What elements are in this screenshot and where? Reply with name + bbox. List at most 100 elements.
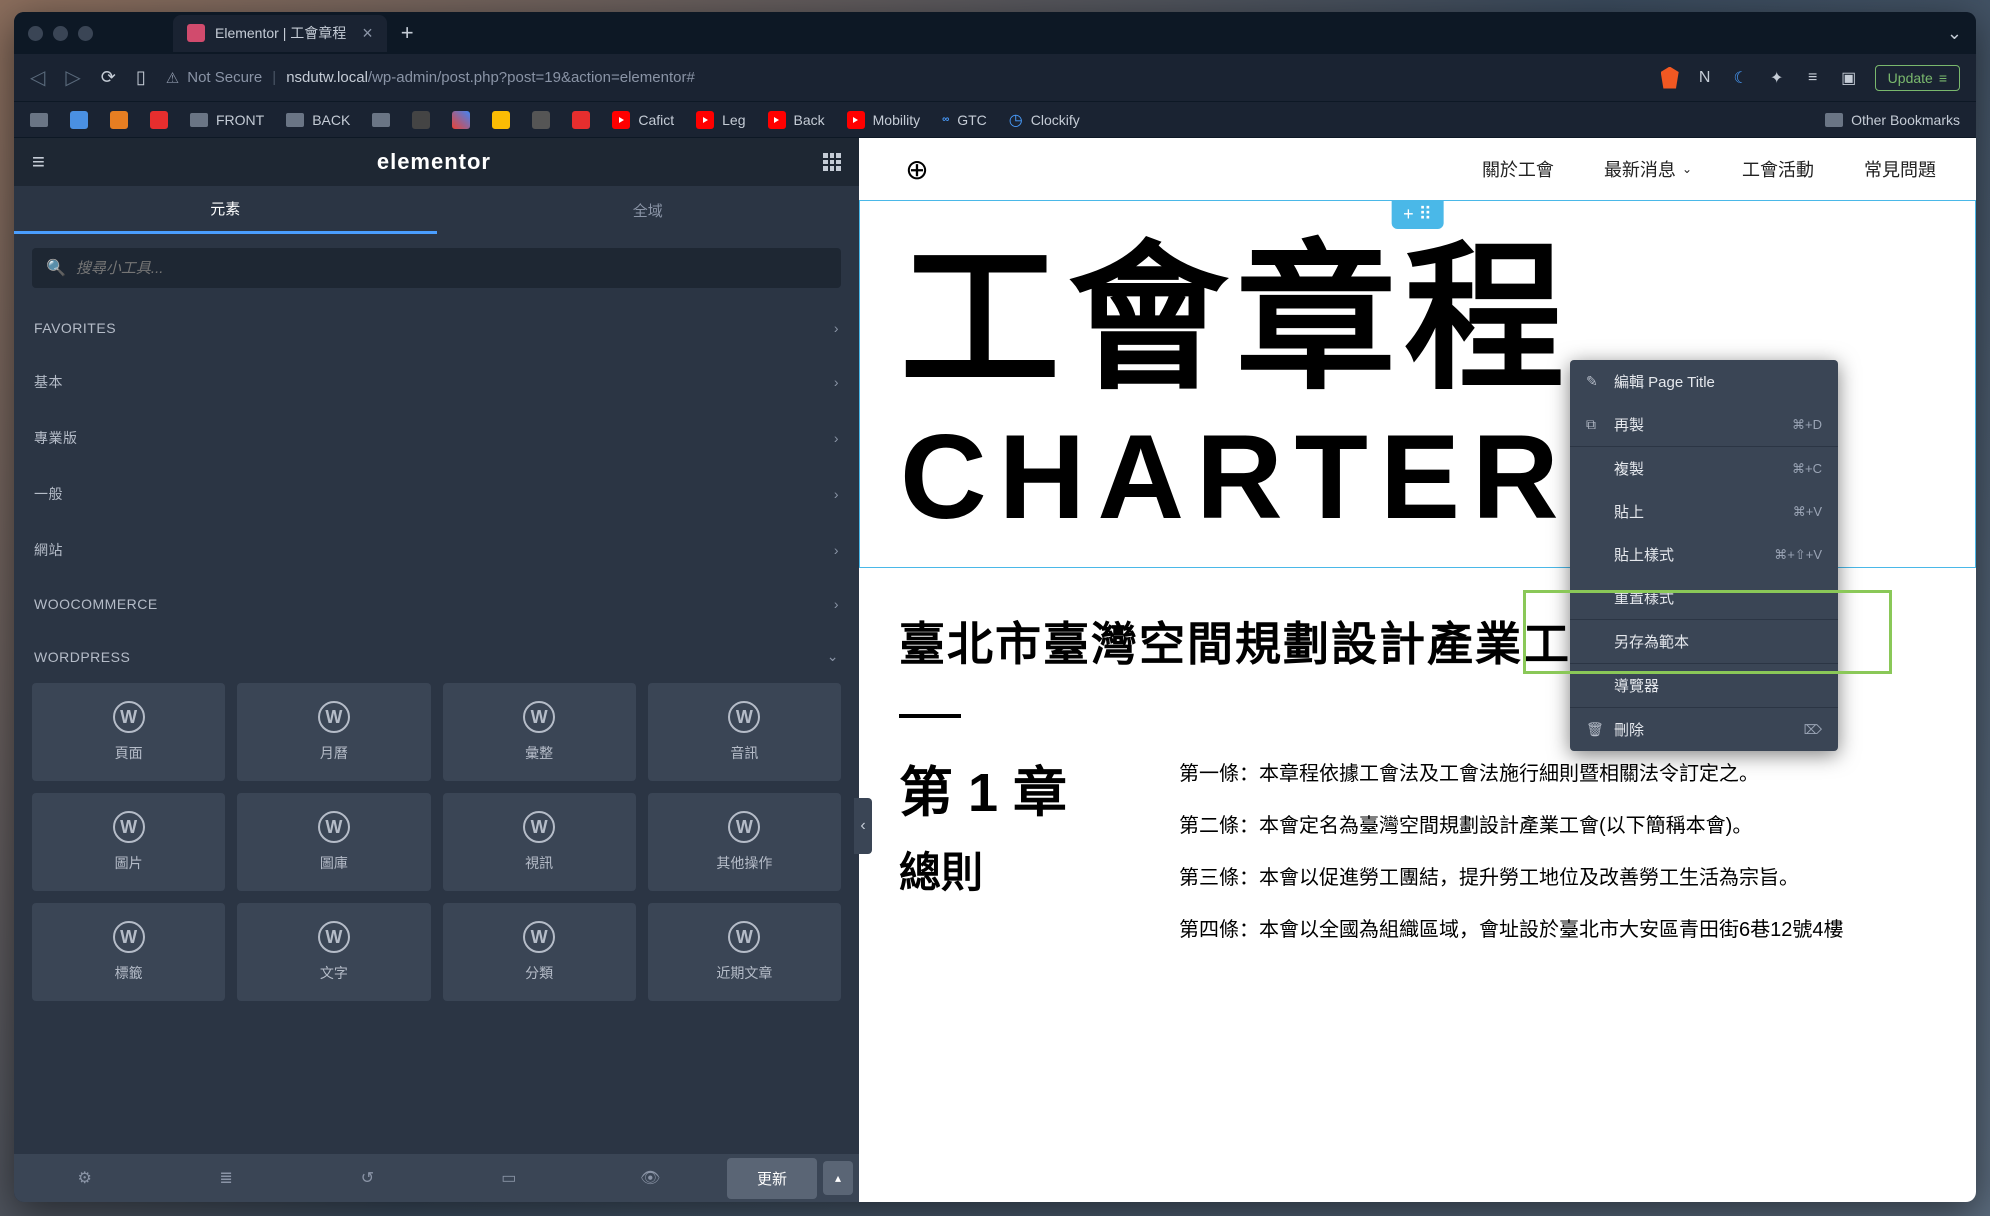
bookmark-gtc[interactable]: ∞GTC bbox=[942, 112, 987, 128]
chevron-right-icon: › bbox=[834, 430, 839, 446]
bookmark-back2[interactable]: Back bbox=[768, 111, 825, 129]
history-icon[interactable]: ↺ bbox=[297, 1168, 438, 1188]
brave-shields-icon[interactable] bbox=[1661, 67, 1679, 89]
context-menu: ✎ 編輯 Page Title ⧉ 再製 ⌘+D 複製 ⌘+C 貼上 ⌘+V bbox=[1570, 360, 1838, 751]
chevron-right-icon: › bbox=[834, 374, 839, 390]
category-wordpress[interactable]: WORDPRESS ⌄ bbox=[14, 630, 859, 683]
wordpress-icon: W bbox=[728, 701, 760, 733]
bookmark-item[interactable] bbox=[70, 111, 88, 129]
new-tab-button[interactable]: + bbox=[401, 20, 414, 46]
navigator-icon[interactable]: ≣ bbox=[155, 1168, 296, 1188]
update-options-button[interactable]: ▴ bbox=[823, 1161, 853, 1195]
widget-image[interactable]: W圖片 bbox=[32, 793, 225, 891]
reading-list-icon[interactable]: ≡ bbox=[1803, 68, 1823, 88]
address-bar[interactable]: ⚠ Not Secure | nsdutw.local/wp-admin/pos… bbox=[166, 69, 1641, 87]
category-site[interactable]: 網站 › bbox=[14, 522, 859, 578]
ctx-reset-style[interactable]: 重置樣式 bbox=[1570, 576, 1838, 619]
article-text: 第四條：本會以全國為組織區域，會址設於臺北市大安區青田街6巷12號4樓 bbox=[1179, 904, 1936, 956]
url-path: /wp-admin/post.php?post=19&action=elemen… bbox=[368, 69, 695, 86]
widget-calendar[interactable]: W月曆 bbox=[237, 683, 430, 781]
widget-video[interactable]: W視訊 bbox=[443, 793, 636, 891]
grid-view-icon[interactable] bbox=[823, 153, 841, 171]
category-pro[interactable]: 專業版 › bbox=[14, 410, 859, 466]
tabs-overflow-icon[interactable]: ⌄ bbox=[1947, 23, 1962, 44]
bookmark-cafict[interactable]: Cafict bbox=[612, 111, 674, 129]
reload-icon[interactable]: ⟳ bbox=[101, 67, 116, 88]
tab-title: Elementor | 工會章程 bbox=[215, 23, 346, 43]
chevron-down-icon: ⌄ bbox=[827, 648, 839, 665]
ctx-paste[interactable]: 貼上 ⌘+V bbox=[1570, 490, 1838, 533]
browser-update-button[interactable]: Update ≡ bbox=[1875, 65, 1960, 91]
chevron-down-icon: ⌄ bbox=[1682, 162, 1692, 176]
responsive-icon[interactable]: ▭ bbox=[438, 1168, 579, 1188]
category-basic[interactable]: 基本 › bbox=[14, 354, 859, 410]
duplicate-icon: ⧉ bbox=[1586, 416, 1602, 433]
settings-icon[interactable]: ⚙ bbox=[14, 1168, 155, 1188]
wordpress-icon: W bbox=[728, 921, 760, 953]
crescent-icon[interactable]: ☾ bbox=[1731, 68, 1751, 88]
sidebar-icon[interactable]: ▣ bbox=[1839, 68, 1859, 88]
notion-icon[interactable]: N bbox=[1695, 68, 1715, 88]
nav-news[interactable]: 最新消息⌄ bbox=[1604, 156, 1692, 182]
widget-audio[interactable]: W音訊 bbox=[648, 683, 841, 781]
article-text: 第三條：本會以促進勞工團結，提升勞工地位及改善勞工生活為宗旨。 bbox=[1179, 852, 1936, 904]
widget-gallery[interactable]: W圖庫 bbox=[237, 793, 430, 891]
ctx-delete[interactable]: 🗑 刪除 ⌦ bbox=[1570, 708, 1838, 751]
bookmark-mobility[interactable]: Mobility bbox=[847, 111, 920, 129]
bookmark-front[interactable]: FRONT bbox=[190, 112, 264, 128]
widget-text[interactable]: W文字 bbox=[237, 903, 430, 1001]
nav-faq[interactable]: 常見問題 bbox=[1864, 156, 1936, 182]
menu-icon: ≡ bbox=[1939, 70, 1947, 86]
preview-icon[interactable]: 👁 bbox=[580, 1168, 721, 1188]
ctx-save-template[interactable]: 另存為範本 bbox=[1570, 620, 1838, 663]
bookmark-gmail[interactable] bbox=[452, 111, 470, 129]
nav-events[interactable]: 工會活動 bbox=[1742, 156, 1814, 182]
tab-close-icon[interactable]: × bbox=[362, 23, 373, 44]
section-add-handle[interactable]: + ⠿ bbox=[1391, 200, 1444, 229]
update-button[interactable]: 更新 bbox=[727, 1158, 817, 1199]
ctx-copy[interactable]: 複製 ⌘+C bbox=[1570, 447, 1838, 490]
bookmark-folder[interactable] bbox=[372, 113, 390, 127]
bookmark-drive[interactable] bbox=[492, 111, 510, 129]
widget-archive[interactable]: W彙整 bbox=[443, 683, 636, 781]
nav-back-icon[interactable]: ◁ bbox=[30, 65, 45, 90]
nav-about[interactable]: 關於工會 bbox=[1482, 156, 1554, 182]
category-favorites[interactable]: FAVORITES › bbox=[14, 302, 859, 354]
nav-forward-icon[interactable]: ▷ bbox=[65, 65, 80, 90]
widget-page[interactable]: W頁面 bbox=[32, 683, 225, 781]
bookmark-item[interactable] bbox=[572, 111, 590, 129]
window-close[interactable] bbox=[28, 26, 43, 41]
browser-tab[interactable]: Elementor | 工會章程 × bbox=[173, 15, 387, 52]
widget-recent-posts[interactable]: W近期文章 bbox=[648, 903, 841, 1001]
bookmark-other[interactable]: Other Bookmarks bbox=[1825, 112, 1960, 128]
bookmark-item[interactable] bbox=[532, 111, 550, 129]
ctx-paste-style[interactable]: 貼上樣式 ⌘+⇧+V bbox=[1570, 533, 1838, 576]
category-general[interactable]: 一般 › bbox=[14, 466, 859, 522]
bookmark-item[interactable] bbox=[412, 111, 430, 129]
tab-elements[interactable]: 元素 bbox=[14, 186, 437, 234]
bookmark-item[interactable] bbox=[110, 111, 128, 129]
widget-other[interactable]: W其他操作 bbox=[648, 793, 841, 891]
bookmark-back[interactable]: BACK bbox=[286, 112, 350, 128]
tab-global[interactable]: 全域 bbox=[437, 186, 860, 234]
widget-categories[interactable]: W分類 bbox=[443, 903, 636, 1001]
window-minimize[interactable] bbox=[53, 26, 68, 41]
bookmark-item[interactable] bbox=[150, 111, 168, 129]
panel-collapse-handle[interactable]: ‹ bbox=[854, 798, 872, 854]
bookmark-clockify[interactable]: ◷Clockify bbox=[1009, 110, 1080, 130]
widget-search-input[interactable] bbox=[76, 260, 827, 277]
window-maximize[interactable] bbox=[78, 26, 93, 41]
wordpress-icon: W bbox=[318, 811, 350, 843]
site-logo[interactable]: ⊕ bbox=[899, 151, 935, 187]
bookmark-leg[interactable]: Leg bbox=[696, 111, 745, 129]
ctx-edit[interactable]: ✎ 編輯 Page Title bbox=[1570, 360, 1838, 403]
ctx-duplicate[interactable]: ⧉ 再製 ⌘+D bbox=[1570, 403, 1838, 446]
widget-tags[interactable]: W標籤 bbox=[32, 903, 225, 1001]
hamburger-icon[interactable]: ≡ bbox=[32, 149, 45, 175]
bookmark-folder[interactable] bbox=[30, 113, 48, 127]
wordpress-icon: W bbox=[318, 701, 350, 733]
bookmark-icon[interactable]: ▯ bbox=[136, 67, 146, 88]
category-woocommerce[interactable]: WOOCOMMERCE › bbox=[14, 578, 859, 630]
ctx-navigator[interactable]: 導覽器 bbox=[1570, 664, 1838, 707]
extensions-icon[interactable]: ✦ bbox=[1767, 68, 1787, 88]
